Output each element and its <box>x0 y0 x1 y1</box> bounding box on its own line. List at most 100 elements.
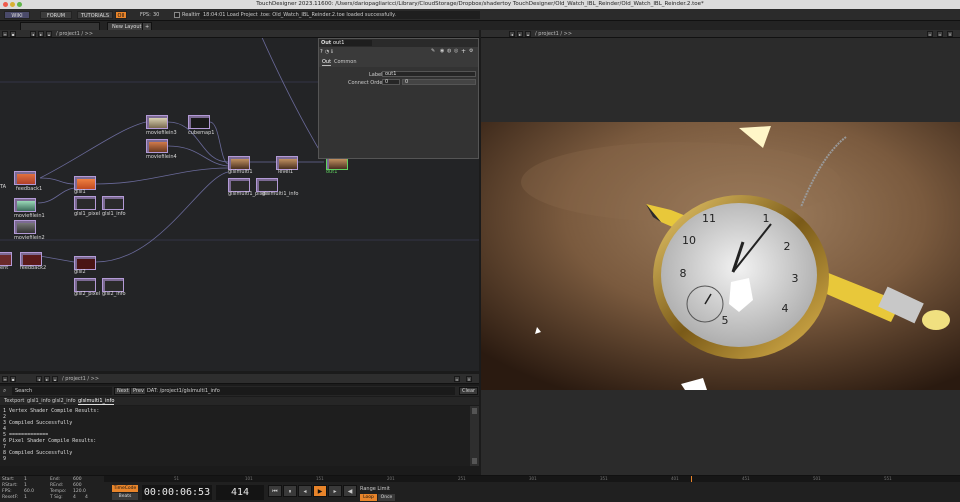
node-cubemap1[interactable] <box>188 115 210 129</box>
oii-button[interactable]: OII <box>115 11 127 19</box>
reverse-play-icon[interactable]: ◀ <box>343 485 357 497</box>
python-icon[interactable]: ◍ <box>447 48 451 54</box>
once-button[interactable]: Once <box>378 494 395 501</box>
node-glsl1-info[interactable] <box>102 196 124 210</box>
timeline-ruler[interactable]: 51 101 151 201 251 301 351 401 451 501 5… <box>104 476 960 482</box>
label-param-field[interactable]: out1 <box>382 71 476 77</box>
next-button[interactable]: Next <box>114 387 132 395</box>
tab-glslmulti1-info[interactable]: glslmulti1_info <box>78 398 115 405</box>
start-value[interactable]: 1 <box>24 477 27 482</box>
node-level1[interactable] <box>276 156 298 170</box>
timecode-mode-button[interactable]: TimeCode <box>112 485 138 492</box>
rstart-value[interactable]: 1 <box>24 483 27 488</box>
gear-icon[interactable]: ⚙ <box>469 48 473 54</box>
tab-out[interactable]: Out <box>322 59 332 66</box>
node-glsl2-info[interactable] <box>102 278 124 292</box>
help-icon[interactable]: ? <box>320 49 323 55</box>
up-icon[interactable]: ▴ <box>525 31 531 37</box>
forward-icon[interactable]: ▸ <box>38 31 44 37</box>
tempo-value[interactable]: 120.0 <box>73 489 86 494</box>
node-feedback1[interactable] <box>14 171 36 185</box>
scroll-up-icon[interactable] <box>472 408 477 414</box>
beats-mode-button[interactable]: Beats <box>112 493 138 500</box>
node-glsl2-pixel[interactable] <box>74 278 96 292</box>
search-input[interactable]: Search <box>12 387 112 395</box>
rend-value[interactable]: 600 <box>73 483 82 488</box>
forward-icon[interactable]: ▸ <box>44 376 50 382</box>
node-glsl2[interactable] <box>74 256 96 270</box>
wiki-button[interactable]: WIKI <box>4 11 30 19</box>
tutorials-button[interactable]: TUTORIALS <box>77 11 113 19</box>
close-window-icon[interactable] <box>3 2 8 7</box>
clear-button[interactable]: Clear <box>459 387 479 395</box>
loop-button[interactable]: Loop <box>360 494 377 501</box>
pane-menu-icon[interactable]: ≡ <box>2 376 8 382</box>
fps-value[interactable]: 60.0 <box>24 489 34 494</box>
back-icon[interactable]: ◂ <box>30 31 36 37</box>
pane-type-icon[interactable]: ▪ <box>10 31 16 37</box>
pane-maximize-icon[interactable]: ▫ <box>937 31 943 37</box>
pane-close-icon[interactable]: × <box>466 376 472 382</box>
connect-order-slider[interactable]: 0 <box>402 79 476 85</box>
node-glsl1-pixel[interactable] <box>74 196 96 210</box>
viewer-path[interactable]: / project1 / >> <box>535 30 572 38</box>
pause-icon[interactable]: ⏸ <box>283 485 297 497</box>
render-output[interactable]: 1 2 3 4 5 8 10 11 <box>481 122 960 390</box>
pane-maximize-icon[interactable]: ▫ <box>454 376 460 382</box>
frame-display[interactable]: 414 <box>216 485 264 500</box>
tab-textport[interactable]: Textport <box>4 398 24 404</box>
tsig-value-2[interactable]: 4 <box>85 495 88 500</box>
pane-type-icon[interactable]: ▪ <box>10 376 16 382</box>
timecode-display[interactable]: 00:00:06:53 <box>142 485 212 500</box>
pane-split-icon[interactable]: ▫ <box>927 31 933 37</box>
minimize-window-icon[interactable] <box>10 2 15 7</box>
pencil-icon[interactable]: ✎ <box>431 48 435 54</box>
back-icon[interactable]: ◂ <box>509 31 515 37</box>
textport-output[interactable]: 1 Vertex Shader Compile Results: 2 3 Com… <box>0 406 470 466</box>
node-ent[interactable] <box>0 252 12 266</box>
realtime-checkbox[interactable] <box>174 12 180 18</box>
scroll-down-icon[interactable] <box>472 458 477 464</box>
up-icon[interactable]: ▴ <box>52 376 58 382</box>
step-forward-icon[interactable]: ▸ <box>328 485 342 497</box>
resetf-value[interactable]: 1 <box>24 495 27 500</box>
textport-path[interactable]: / project1 / >> <box>62 375 99 383</box>
node-feedback2[interactable] <box>20 252 42 266</box>
node-moviefilein1[interactable] <box>14 198 36 212</box>
dat-path-field[interactable]: DAT: /project1/glslmulti1_info <box>145 387 455 395</box>
up-icon[interactable]: ▴ <box>46 31 52 37</box>
node-moviefilein3[interactable] <box>146 115 168 129</box>
pane-close-icon[interactable]: × <box>947 31 953 37</box>
tsig-value-1[interactable]: 4 <box>73 495 76 500</box>
node-moviefilein2[interactable] <box>14 220 36 234</box>
node-glslmulti1-pixel[interactable] <box>228 178 250 192</box>
node-moviefilein4[interactable] <box>146 139 168 153</box>
end-value[interactable]: 600 <box>73 477 82 482</box>
op-name-field[interactable]: out1 <box>332 40 372 46</box>
op-settings-icon[interactable]: ◔ <box>325 49 329 55</box>
add-icon[interactable]: + <box>461 48 466 55</box>
node-glslmulti1[interactable] <box>228 156 250 170</box>
forum-button[interactable]: FORUM <box>40 11 72 19</box>
play-icon[interactable]: ▶ <box>313 485 327 497</box>
tab-hidden[interactable] <box>20 22 100 30</box>
node-glslmulti1-info[interactable] <box>256 178 278 192</box>
tab-common[interactable]: Common <box>334 59 357 65</box>
comment-icon[interactable]: ◉ <box>440 48 444 54</box>
rewind-icon[interactable]: ⏮ <box>268 485 282 497</box>
connect-order-field[interactable]: 0 <box>382 79 400 85</box>
node-glsl1[interactable] <box>74 176 96 190</box>
forward-icon[interactable]: ▸ <box>517 31 523 37</box>
step-back-icon[interactable]: ◂ <box>298 485 312 497</box>
wiki-icon[interactable]: ◎ <box>454 48 458 54</box>
add-tab-button[interactable]: + <box>142 22 153 30</box>
textport-scrollbar[interactable] <box>470 406 479 466</box>
back-icon[interactable]: ◂ <box>36 376 42 382</box>
playhead[interactable] <box>691 476 692 482</box>
tab-glsl2-info[interactable]: glsl2_info <box>52 398 76 404</box>
network-path[interactable]: / project1 / >> <box>56 30 93 38</box>
pane-menu-icon[interactable]: ≡ <box>2 31 8 37</box>
info-icon[interactable]: ℹ <box>331 49 333 55</box>
tab-glsl1-info[interactable]: glsl1_info <box>27 398 51 404</box>
tab-new-layout[interactable]: New Layout <box>107 22 147 30</box>
